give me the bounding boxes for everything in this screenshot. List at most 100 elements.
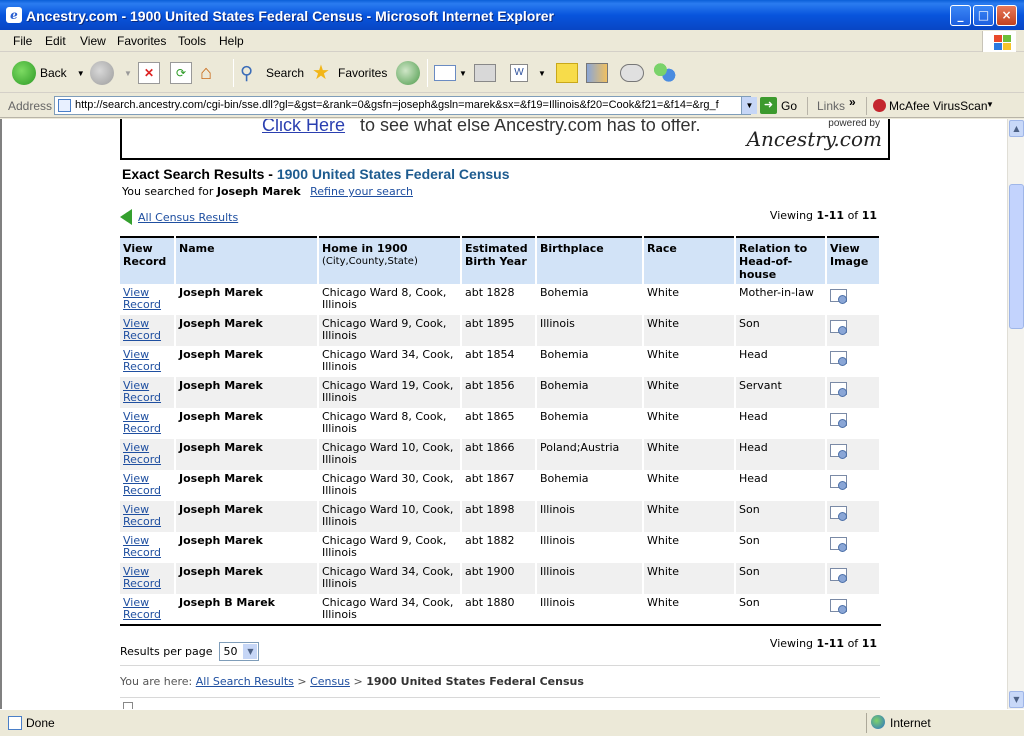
view-image-cell: [826, 315, 881, 346]
scroll-down-icon[interactable]: ▼: [1009, 691, 1024, 708]
header-view-image: View Image: [826, 236, 881, 284]
results-per-page-select[interactable]: 50 ▼: [219, 642, 260, 661]
view-record-link[interactable]: View Record: [120, 439, 176, 470]
maximize-button[interactable]: □: [973, 5, 994, 26]
view-image-icon[interactable]: [830, 475, 847, 490]
address-input[interactable]: http://search.ancestry.com/cgi-bin/sse.d…: [54, 96, 751, 115]
view-record-link[interactable]: View Record: [120, 346, 176, 377]
scroll-up-icon[interactable]: ▲: [1009, 120, 1024, 137]
menu-view[interactable]: View: [80, 34, 106, 48]
close-button[interactable]: ×: [996, 5, 1017, 26]
address-dropdown-icon[interactable]: ▼: [741, 97, 757, 114]
back-dropdown-icon[interactable]: ▼: [77, 69, 85, 78]
vertical-scrollbar[interactable]: ▲ ▼: [1007, 119, 1024, 709]
view-image-icon[interactable]: [830, 444, 847, 459]
all-census-results-link[interactable]: All Census Results: [138, 211, 238, 224]
view-image-icon[interactable]: [830, 506, 847, 521]
mail-button[interactable]: ▼: [434, 59, 467, 87]
view-record-link[interactable]: View Record: [120, 284, 176, 315]
record-birthplace: Illinois: [536, 315, 644, 346]
record-birth-year: abt 1880: [461, 594, 537, 626]
mcafee-virusscan-button[interactable]: McAfee VirusScan: [889, 99, 988, 113]
record-birth-year: abt 1900: [461, 563, 537, 594]
green-back-arrow-icon[interactable]: [120, 209, 132, 225]
scroll-thumb[interactable]: [1009, 184, 1024, 329]
view-record-link[interactable]: View Record: [120, 377, 176, 408]
breadcrumb-census[interactable]: Census: [310, 675, 350, 688]
favorites-button[interactable]: ★ Favorites: [312, 59, 387, 87]
messenger-button[interactable]: [652, 59, 676, 87]
record-relation: Mother-in-law: [735, 284, 827, 315]
view-image-icon[interactable]: [830, 289, 847, 304]
click-here-link[interactable]: Click Here: [262, 119, 345, 136]
back-button[interactable]: Back ▼: [12, 59, 85, 87]
view-image-icon[interactable]: [830, 351, 847, 366]
mail-dropdown-icon[interactable]: ▼: [459, 69, 467, 78]
view-record-link[interactable]: View Record: [120, 470, 176, 501]
header-home-sub: (City,County,State): [322, 256, 418, 267]
view-image-cell: [826, 594, 881, 626]
menu-tools[interactable]: Tools: [178, 34, 206, 48]
header-view-record: View Record: [120, 236, 176, 284]
chevron-down-icon: ▼: [243, 644, 258, 659]
view-image-icon[interactable]: [830, 568, 847, 583]
view-record-link[interactable]: View Record: [120, 501, 176, 532]
home-icon: ⌂: [200, 62, 213, 84]
go-arrow-icon[interactable]: ➜: [760, 97, 777, 114]
address-url: http://search.ancestry.com/cgi-bin/sse.d…: [75, 99, 719, 111]
record-birthplace: Illinois: [536, 563, 644, 594]
address-label: Address: [8, 99, 53, 113]
menu-edit[interactable]: Edit: [45, 34, 66, 48]
menu-favorites[interactable]: Favorites: [117, 34, 166, 48]
ancestry-logo[interactable]: Ancestry.com: [747, 127, 882, 151]
view-record-link[interactable]: View Record: [120, 563, 176, 594]
mail-icon: [434, 65, 456, 81]
refine-search-link[interactable]: Refine your search: [310, 185, 413, 198]
menu-file[interactable]: File: [13, 34, 32, 48]
view-record-link[interactable]: View Record: [120, 594, 176, 626]
edit-dropdown-icon[interactable]: ▼: [538, 69, 546, 78]
view-record-link[interactable]: View Record: [120, 408, 176, 439]
notes-button[interactable]: [556, 59, 578, 87]
view-image-icon[interactable]: [830, 320, 847, 335]
record-relation: Son: [735, 532, 827, 563]
viewing-total: 11: [861, 637, 877, 650]
research-button[interactable]: [586, 59, 608, 87]
refresh-button[interactable]: ⟳: [170, 59, 192, 87]
forward-button[interactable]: ▼: [90, 59, 132, 87]
view-record-link[interactable]: View Record: [120, 532, 176, 563]
record-birth-year: abt 1854: [461, 346, 537, 377]
status-bar: Done Internet: [0, 709, 1024, 736]
print-button[interactable]: [474, 59, 496, 87]
record-home: Chicago Ward 19, Cook, Illinois: [318, 377, 462, 408]
record-name: Joseph Marek: [175, 439, 319, 470]
links-label[interactable]: Links: [817, 99, 845, 113]
checkbox[interactable]: [123, 702, 133, 709]
discuss-button[interactable]: [620, 59, 644, 87]
view-image-icon[interactable]: [830, 599, 847, 614]
history-button[interactable]: [396, 59, 420, 87]
forward-dropdown-icon[interactable]: ▼: [124, 69, 132, 78]
menu-help[interactable]: Help: [219, 34, 244, 48]
record-birthplace: Bohemia: [536, 284, 644, 315]
view-image-icon[interactable]: [830, 537, 847, 552]
view-record-link[interactable]: View Record: [120, 315, 176, 346]
record-birth-year: abt 1856: [461, 377, 537, 408]
home-button[interactable]: ⌂: [200, 59, 224, 87]
stop-button[interactable]: ✕: [138, 59, 160, 87]
mcafee-dropdown-icon[interactable]: ▼: [986, 100, 994, 109]
minimize-button[interactable]: _: [950, 5, 971, 26]
viewing-prefix: Viewing: [769, 209, 814, 222]
breadcrumb-all-search-results[interactable]: All Search Results: [196, 675, 294, 688]
ancestry-ad-banner: Click Here to see what else Ancestry.com…: [120, 119, 890, 160]
record-relation: Head: [735, 470, 827, 501]
chevron-right-icon[interactable]: »: [849, 95, 856, 109]
view-image-icon[interactable]: [830, 382, 847, 397]
results-per-page: Results per page 50 ▼: [120, 642, 260, 661]
view-image-icon[interactable]: [830, 413, 847, 428]
edit-button[interactable]: W ▼: [510, 59, 546, 87]
search-label: Search: [266, 66, 305, 80]
note-icon: [556, 63, 578, 83]
go-button[interactable]: Go: [781, 99, 797, 113]
search-button[interactable]: ⚲ Search: [240, 59, 304, 87]
